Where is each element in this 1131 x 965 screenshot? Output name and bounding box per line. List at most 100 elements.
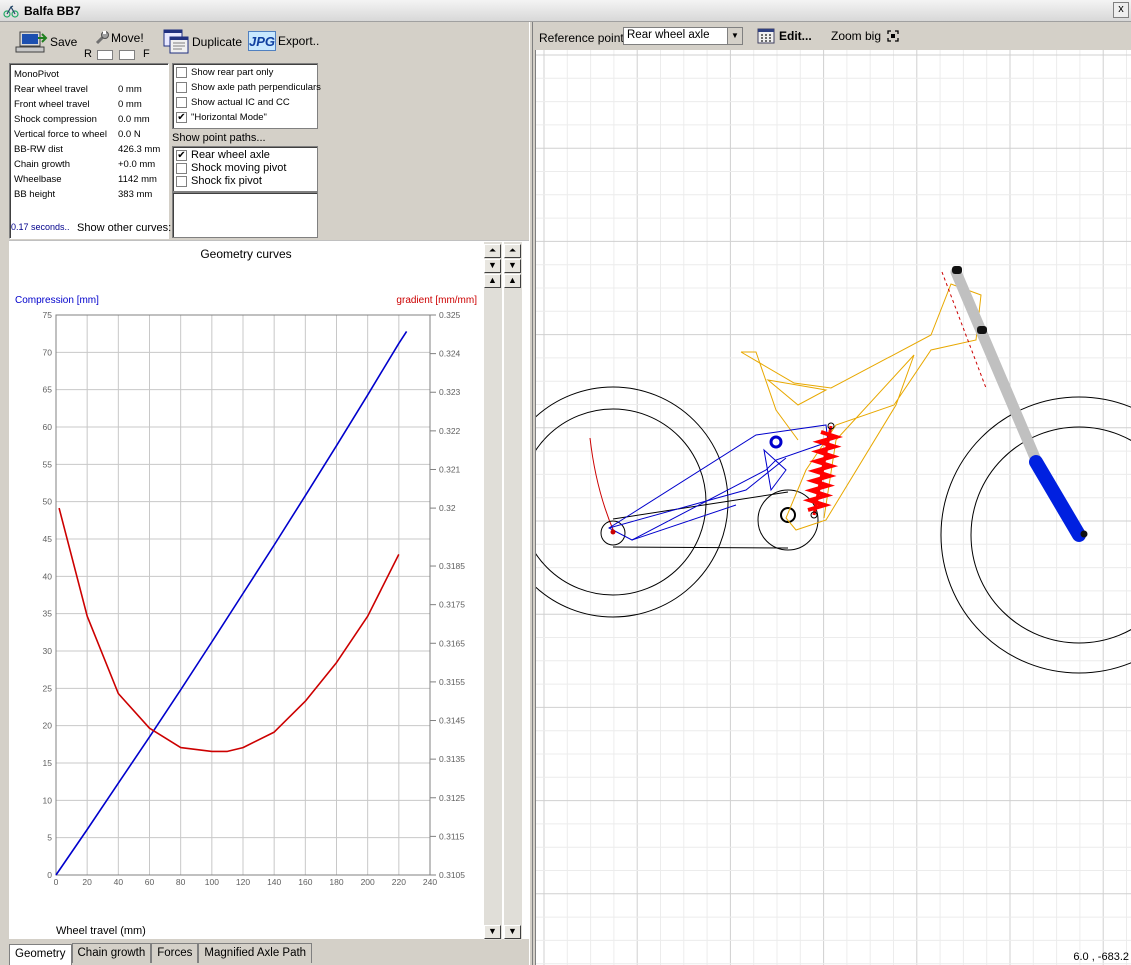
- scroll-bottom-button[interactable]: ▼: [504, 925, 521, 939]
- chart-scroll-left[interactable]: ⏶ ▼ ▲ ▼: [484, 242, 502, 940]
- left-panel: Save Move! R F Duplicate JPG Export.. Mo…: [0, 22, 529, 965]
- move-f-checkbox[interactable]: [119, 50, 135, 60]
- application-window: Balfa BB7 x Save Move! R F Duplicate JPG…: [0, 0, 1131, 965]
- duplicate-label: Duplicate: [192, 35, 243, 49]
- close-icon: x: [1118, 3, 1124, 15]
- calculator-icon: [757, 28, 775, 44]
- info-panel: MonoPivot Rear wheel travel 0 mm Front w…: [9, 63, 169, 239]
- bike-drawing[interactable]: [497, 50, 1131, 965]
- y2-tick-label: 0.3135: [439, 754, 465, 764]
- scroll-down-icon: ▼: [508, 926, 517, 936]
- option-label: "Horizontal Mode": [191, 112, 267, 123]
- info-label-rear-travel: Rear wheel travel: [14, 84, 88, 95]
- rear-axle-path: [589, 437, 615, 533]
- title-bar: Balfa BB7 x: [0, 0, 1131, 22]
- info-value-chain-growth: +0.0 mm: [118, 159, 156, 170]
- move-r-checkbox[interactable]: [97, 50, 113, 60]
- scroll-down-button[interactable]: ▼: [504, 259, 521, 273]
- scroll-up-button[interactable]: ▲: [504, 274, 521, 288]
- scroll-top-button[interactable]: ⏶: [504, 244, 521, 258]
- save-button[interactable]: Save: [14, 30, 77, 54]
- option-rear-part-only[interactable]: Show rear part only: [176, 67, 273, 78]
- y2-axis-label: gradient [mm/mm]: [396, 295, 477, 306]
- checkbox[interactable]: [176, 67, 187, 78]
- y-tick-label: 30: [43, 646, 53, 656]
- export-button[interactable]: JPG Export..: [248, 31, 319, 51]
- path-shock-moving-pivot[interactable]: Shock moving pivot: [176, 162, 286, 174]
- seat-tube: [741, 351, 799, 441]
- rear-tire: [497, 386, 729, 618]
- scroll-up-button[interactable]: ▲: [484, 274, 501, 288]
- checkbox[interactable]: [176, 175, 187, 187]
- scroll-down-icon: ▼: [488, 926, 497, 936]
- duplicate-button[interactable]: Duplicate: [162, 28, 242, 56]
- checkmark-icon[interactable]: ✔: [176, 149, 187, 161]
- scroll-bottom-button[interactable]: ▼: [484, 925, 501, 939]
- close-button[interactable]: x: [1113, 2, 1129, 18]
- y-tick-label: 75: [43, 310, 53, 320]
- reference-point-select[interactable]: Rear wheel axle ▼: [623, 27, 743, 45]
- headset-top: [952, 266, 962, 274]
- y-tick-label: 10: [43, 795, 53, 805]
- y2-tick-label: 0.322: [439, 426, 461, 436]
- checkmark-icon[interactable]: ✔: [176, 112, 187, 123]
- path-label: Rear wheel axle: [191, 149, 270, 161]
- export-label: Export..: [278, 34, 320, 48]
- option-actual-ic-cc[interactable]: Show actual IC and CC: [176, 97, 290, 108]
- tab-forces[interactable]: Forces: [151, 943, 199, 963]
- y-tick-label: 5: [47, 833, 52, 843]
- x-tick-label: 180: [329, 877, 343, 887]
- y-tick-label: 70: [43, 347, 53, 357]
- checkbox[interactable]: [176, 97, 187, 108]
- chart-scroll-right[interactable]: ⏶ ▼ ▲ ▼: [504, 242, 522, 940]
- tab-geometry[interactable]: Geometry: [9, 944, 72, 965]
- y-tick-label: 65: [43, 385, 53, 395]
- tab-magnified-axle-path[interactable]: Magnified Axle Path: [198, 943, 313, 963]
- zoom-big-button[interactable]: Zoom big: [831, 29, 899, 43]
- window-title: Balfa BB7: [24, 4, 81, 18]
- path-rear-wheel-axle[interactable]: ✔ Rear wheel axle: [176, 149, 270, 161]
- display-options: Show rear part only Show axle path perpe…: [172, 63, 321, 129]
- scroll-down-icon: ▼: [508, 260, 517, 270]
- scroll-top-button[interactable]: ⏶: [484, 244, 501, 258]
- info-value-wheelbase: 1142 mm: [118, 174, 157, 185]
- duplicate-window-icon: [163, 29, 189, 54]
- other-curves-list[interactable]: [172, 192, 318, 238]
- x-tick-label: 20: [82, 877, 92, 887]
- computer-save-icon: [15, 31, 48, 53]
- checkbox[interactable]: [176, 82, 187, 93]
- y-tick-label: 20: [43, 721, 53, 731]
- reference-point-value: Rear wheel axle: [627, 29, 710, 41]
- y-tick-label: 15: [43, 758, 53, 768]
- info-label-front-travel: Front wheel travel: [14, 99, 90, 110]
- x-axis-label: Wheel travel (mm): [56, 925, 146, 937]
- y2-tick-label: 0.3185: [439, 561, 465, 571]
- y-tick-label: 60: [43, 422, 53, 432]
- info-value-shock-compression: 0.0 mm: [118, 114, 150, 125]
- bike-app-icon: [3, 5, 19, 18]
- edit-button[interactable]: Edit...: [757, 28, 812, 44]
- compression-series-line: [55, 330, 408, 876]
- show-other-curves-label: Show other curves:: [77, 222, 172, 234]
- y-tick-label: 40: [43, 571, 53, 581]
- scroll-down-icon: ▼: [488, 260, 497, 270]
- rear-axle: [610, 529, 616, 535]
- path-shock-fix-pivot[interactable]: Shock fix pivot: [176, 175, 262, 187]
- option-axle-perpendiculars[interactable]: Show axle path perpendiculars: [176, 82, 321, 93]
- y-tick-label: 45: [43, 534, 53, 544]
- move-control[interactable]: Move! R F: [84, 28, 154, 62]
- scroll-down-button[interactable]: ▼: [484, 259, 501, 273]
- scroll-up-icon: ▲: [508, 275, 517, 285]
- x-tick-label: 40: [114, 877, 124, 887]
- wrench-icon: [95, 31, 109, 45]
- x-tick-label: 200: [361, 877, 375, 887]
- x-tick-label: 80: [176, 877, 186, 887]
- zoom-fit-icon: [887, 30, 899, 42]
- y2-tick-label: 0.3155: [439, 677, 465, 687]
- option-horizontal-mode[interactable]: ✔ "Horizontal Mode": [176, 112, 267, 123]
- bike-canvas[interactable]: 6.0 , -683.2: [497, 50, 1131, 965]
- tab-chain-growth[interactable]: Chain growth: [71, 943, 152, 963]
- geometry-chart: 0 20 40 60 80 100 120 140 160 180 200 220 240 0 5 10 15 2…: [15, 247, 477, 937]
- checkbox[interactable]: [176, 162, 187, 174]
- reference-point-label: Reference point:: [539, 31, 628, 45]
